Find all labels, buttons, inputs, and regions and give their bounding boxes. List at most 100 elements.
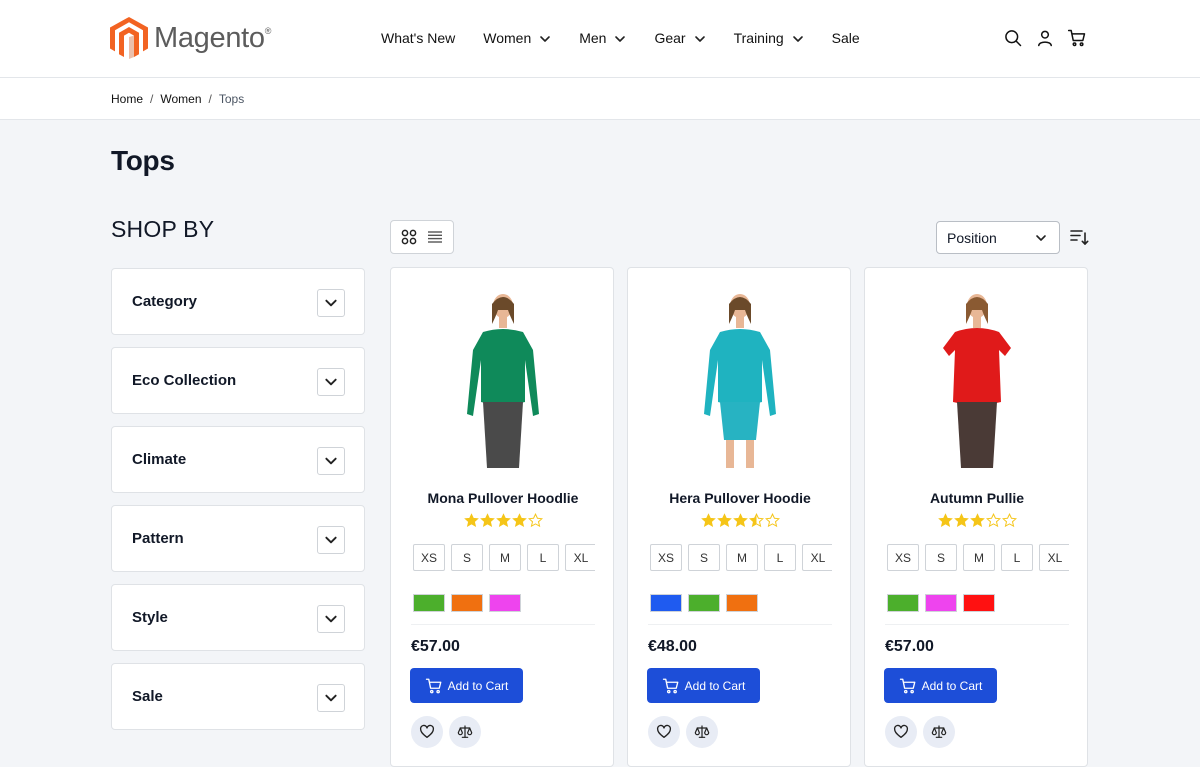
size-option[interactable]: L	[527, 544, 559, 571]
add-to-cart-button[interactable]: Add to Cart	[647, 668, 760, 703]
account-button[interactable]	[1034, 27, 1056, 49]
nav-item-gear[interactable]: Gear	[654, 30, 705, 46]
nav-item-label: Men	[579, 30, 607, 46]
product-name[interactable]: Autumn Pullie	[865, 490, 1089, 506]
list-view-button[interactable]	[424, 226, 446, 248]
star-filled-icon	[937, 513, 953, 527]
color-swatch[interactable]	[413, 594, 445, 612]
color-swatch[interactable]	[489, 594, 521, 612]
chevron-down-icon	[792, 32, 804, 44]
color-options	[650, 594, 764, 612]
filter-expand-button[interactable]	[317, 368, 345, 396]
grid-view-button[interactable]	[398, 226, 420, 248]
nav-item-men[interactable]: Men	[579, 30, 626, 46]
heart-icon	[656, 724, 672, 738]
nav-item-training[interactable]: Training	[734, 30, 804, 46]
product-name[interactable]: Hera Pullover Hoodie	[628, 490, 852, 506]
breadcrumb-home[interactable]: Home	[111, 92, 143, 106]
color-swatch[interactable]	[726, 594, 758, 612]
chevron-down-icon	[539, 32, 551, 44]
chevron-down-icon	[325, 536, 337, 544]
product-image-link[interactable]	[690, 290, 790, 472]
nav-item-women[interactable]: Women	[483, 30, 551, 46]
add-to-wishlist-button[interactable]	[648, 716, 680, 748]
filter-expand-button[interactable]	[317, 605, 345, 633]
add-to-cart-button[interactable]: Add to Cart	[884, 668, 997, 703]
color-swatch[interactable]	[963, 594, 995, 612]
search-button[interactable]	[1002, 27, 1024, 49]
product-image-link[interactable]	[453, 290, 553, 472]
breadcrumb-women[interactable]: Women	[160, 92, 201, 106]
size-option[interactable]: L	[764, 544, 796, 571]
filter-pattern[interactable]: Pattern	[111, 505, 365, 572]
nav-item-what-s-new[interactable]: What's New	[381, 30, 455, 46]
size-option[interactable]: XS	[413, 544, 445, 571]
nav-item-label: Training	[733, 30, 784, 46]
filter-category[interactable]: Category	[111, 268, 365, 335]
add-to-cart-label: Add to Cart	[447, 678, 509, 693]
brand-logo[interactable]: Magento®	[110, 17, 271, 59]
header-actions	[992, 27, 1088, 49]
product-rating	[628, 513, 852, 528]
filter-label: Sale	[132, 688, 163, 705]
size-option[interactable]: S	[688, 544, 720, 571]
cart-button[interactable]	[1066, 27, 1088, 49]
add-to-compare-button[interactable]	[686, 716, 718, 748]
color-swatch[interactable]	[451, 594, 483, 612]
color-swatch[interactable]	[688, 594, 720, 612]
filter-expand-button[interactable]	[317, 289, 345, 317]
size-option[interactable]: XS	[887, 544, 919, 571]
cart-icon	[1067, 29, 1086, 47]
chevron-down-icon	[614, 32, 626, 44]
view-mode-switcher	[390, 220, 454, 254]
size-option[interactable]: M	[489, 544, 521, 571]
product-name[interactable]: Mona Pullover Hoodlie	[391, 490, 615, 506]
color-swatch[interactable]	[925, 594, 957, 612]
star-filled-icon	[700, 513, 716, 527]
compare-scale-icon	[931, 725, 947, 738]
color-options	[413, 594, 527, 612]
filter-label: Pattern	[132, 530, 184, 547]
add-to-compare-button[interactable]	[449, 716, 481, 748]
filter-expand-button[interactable]	[317, 447, 345, 475]
filter-expand-button[interactable]	[317, 684, 345, 712]
product-image	[704, 294, 776, 468]
chevron-down-icon	[694, 32, 706, 44]
chevron-down-icon	[325, 694, 337, 702]
sort-by-select[interactable]: Position	[936, 221, 1060, 254]
sort-direction-icon	[1070, 230, 1089, 245]
size-option[interactable]: XS	[650, 544, 682, 571]
filter-style[interactable]: Style	[111, 584, 365, 651]
card-divider	[411, 624, 595, 625]
search-icon	[1005, 30, 1022, 47]
size-option[interactable]: XL	[802, 544, 832, 571]
size-options: XS S M L XL	[413, 544, 595, 572]
breadcrumb-bar: Home / Women / Tops	[0, 78, 1200, 120]
star-filled-icon	[463, 513, 479, 527]
add-to-wishlist-button[interactable]	[411, 716, 443, 748]
add-to-compare-button[interactable]	[923, 716, 955, 748]
filter-climate[interactable]: Climate	[111, 426, 365, 493]
size-option[interactable]: S	[925, 544, 957, 571]
chevron-down-icon	[325, 378, 337, 386]
add-to-wishlist-button[interactable]	[885, 716, 917, 748]
size-option[interactable]: XL	[1039, 544, 1069, 571]
cart-icon	[425, 678, 442, 693]
product-image-link[interactable]	[927, 290, 1027, 472]
add-to-cart-button[interactable]: Add to Cart	[410, 668, 523, 703]
star-filled-icon	[495, 513, 511, 527]
sort-direction-button[interactable]	[1069, 227, 1089, 247]
color-swatch[interactable]	[887, 594, 919, 612]
color-swatch[interactable]	[650, 594, 682, 612]
filter-expand-button[interactable]	[317, 526, 345, 554]
product-price: €48.00	[648, 638, 697, 655]
nav-item-sale[interactable]: Sale	[832, 30, 860, 46]
size-option[interactable]: M	[963, 544, 995, 571]
size-option[interactable]: XL	[565, 544, 595, 571]
size-option[interactable]: L	[1001, 544, 1033, 571]
filter-eco-collection[interactable]: Eco Collection	[111, 347, 365, 414]
filter-sale[interactable]: Sale	[111, 663, 365, 730]
size-option[interactable]: M	[726, 544, 758, 571]
size-option[interactable]: S	[451, 544, 483, 571]
chevron-down-icon	[325, 615, 337, 623]
